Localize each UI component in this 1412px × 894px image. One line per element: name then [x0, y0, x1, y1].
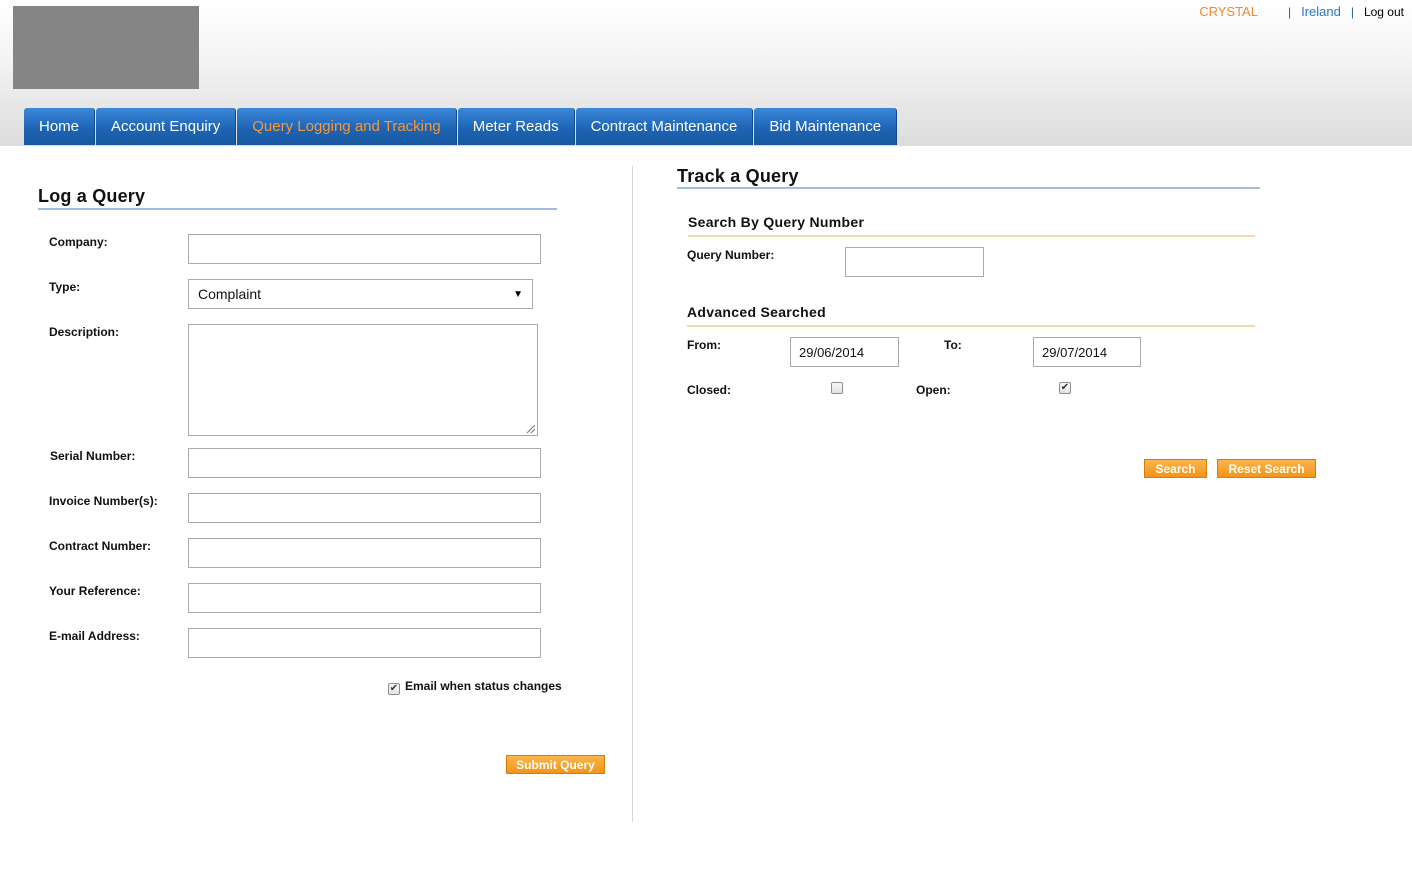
- search-by-number-title: Search By Query Number: [688, 214, 865, 230]
- serial-number-input[interactable]: [188, 448, 541, 478]
- tab-bid-maintenance[interactable]: Bid Maintenance: [754, 108, 898, 145]
- description-textarea[interactable]: [188, 324, 538, 436]
- logout-link[interactable]: Log out: [1364, 5, 1404, 19]
- email-address-input[interactable]: [188, 628, 541, 658]
- company-label: Company:: [49, 235, 108, 249]
- from-date-input[interactable]: 29/06/2014: [790, 337, 899, 367]
- top-links: CRYSTAL | Ireland | Log out: [1199, 4, 1404, 19]
- region-link[interactable]: Ireland: [1301, 4, 1341, 19]
- page-header: CRYSTAL | Ireland | Log out Home Account…: [0, 0, 1412, 146]
- reset-search-button[interactable]: Reset Search: [1217, 459, 1316, 478]
- contract-number-label: Contract Number:: [49, 539, 152, 553]
- open-checkbox[interactable]: ✔: [1059, 382, 1071, 394]
- tab-meter-reads[interactable]: Meter Reads: [457, 108, 575, 145]
- subsection-underline: [688, 235, 1255, 237]
- type-selected-value: Complaint: [198, 286, 262, 302]
- resize-handle-icon[interactable]: [527, 425, 535, 433]
- type-label: Type:: [49, 280, 81, 294]
- your-reference-label: Your Reference:: [49, 584, 141, 598]
- email-status-label: Email when status changes: [405, 679, 562, 693]
- invoice-number-input[interactable]: [188, 493, 541, 523]
- contract-number-input[interactable]: [188, 538, 541, 568]
- username-link[interactable]: CRYSTAL: [1199, 4, 1258, 19]
- serial-number-label: Serial Number:: [50, 449, 136, 463]
- main-nav: Home Account Enquiry Query Logging and T…: [24, 108, 898, 145]
- subsection-underline: [687, 325, 1255, 327]
- tab-contract-maintenance[interactable]: Contract Maintenance: [575, 108, 754, 145]
- tab-query-logging-and-tracking[interactable]: Query Logging and Tracking: [237, 108, 457, 145]
- separator: |: [1350, 4, 1354, 19]
- panel-divider: [632, 166, 633, 822]
- checkmark-icon: ✔: [1060, 382, 1070, 393]
- dropdown-arrow-icon: ▼: [513, 288, 523, 300]
- invoice-number-label: Invoice Number(s):: [49, 494, 158, 508]
- description-label: Description:: [49, 325, 120, 339]
- email-status-checkbox[interactable]: ✔: [388, 683, 400, 695]
- to-date-input[interactable]: 29/07/2014: [1033, 337, 1141, 367]
- search-button[interactable]: Search: [1144, 459, 1207, 478]
- tab-account-enquiry[interactable]: Account Enquiry: [96, 108, 237, 145]
- your-reference-input[interactable]: [188, 583, 541, 613]
- query-number-input[interactable]: [845, 247, 984, 277]
- company-input[interactable]: [188, 234, 541, 264]
- company-logo: [13, 6, 199, 89]
- title-underline: [677, 187, 1260, 189]
- track-query-title: Track a Query: [677, 166, 799, 186]
- log-query-title: Log a Query: [38, 186, 146, 206]
- advanced-search-title: Advanced Searched: [687, 304, 826, 320]
- to-date-label: To:: [944, 338, 962, 352]
- tab-home[interactable]: Home: [24, 108, 96, 145]
- from-date-value: 29/06/2014: [799, 344, 865, 360]
- separator: |: [1287, 4, 1292, 19]
- to-date-value: 29/07/2014: [1042, 344, 1108, 360]
- email-address-label: E-mail Address:: [49, 629, 140, 643]
- from-date-label: From:: [687, 338, 721, 352]
- submit-query-button[interactable]: Submit Query: [506, 755, 605, 774]
- type-select[interactable]: Complaint ▼: [188, 279, 533, 309]
- query-number-label: Query Number:: [687, 248, 775, 262]
- checkmark-icon: ✔: [389, 683, 399, 694]
- closed-label: Closed:: [687, 383, 732, 397]
- closed-checkbox[interactable]: [831, 382, 843, 394]
- open-label: Open:: [916, 383, 951, 397]
- title-underline: [38, 208, 557, 210]
